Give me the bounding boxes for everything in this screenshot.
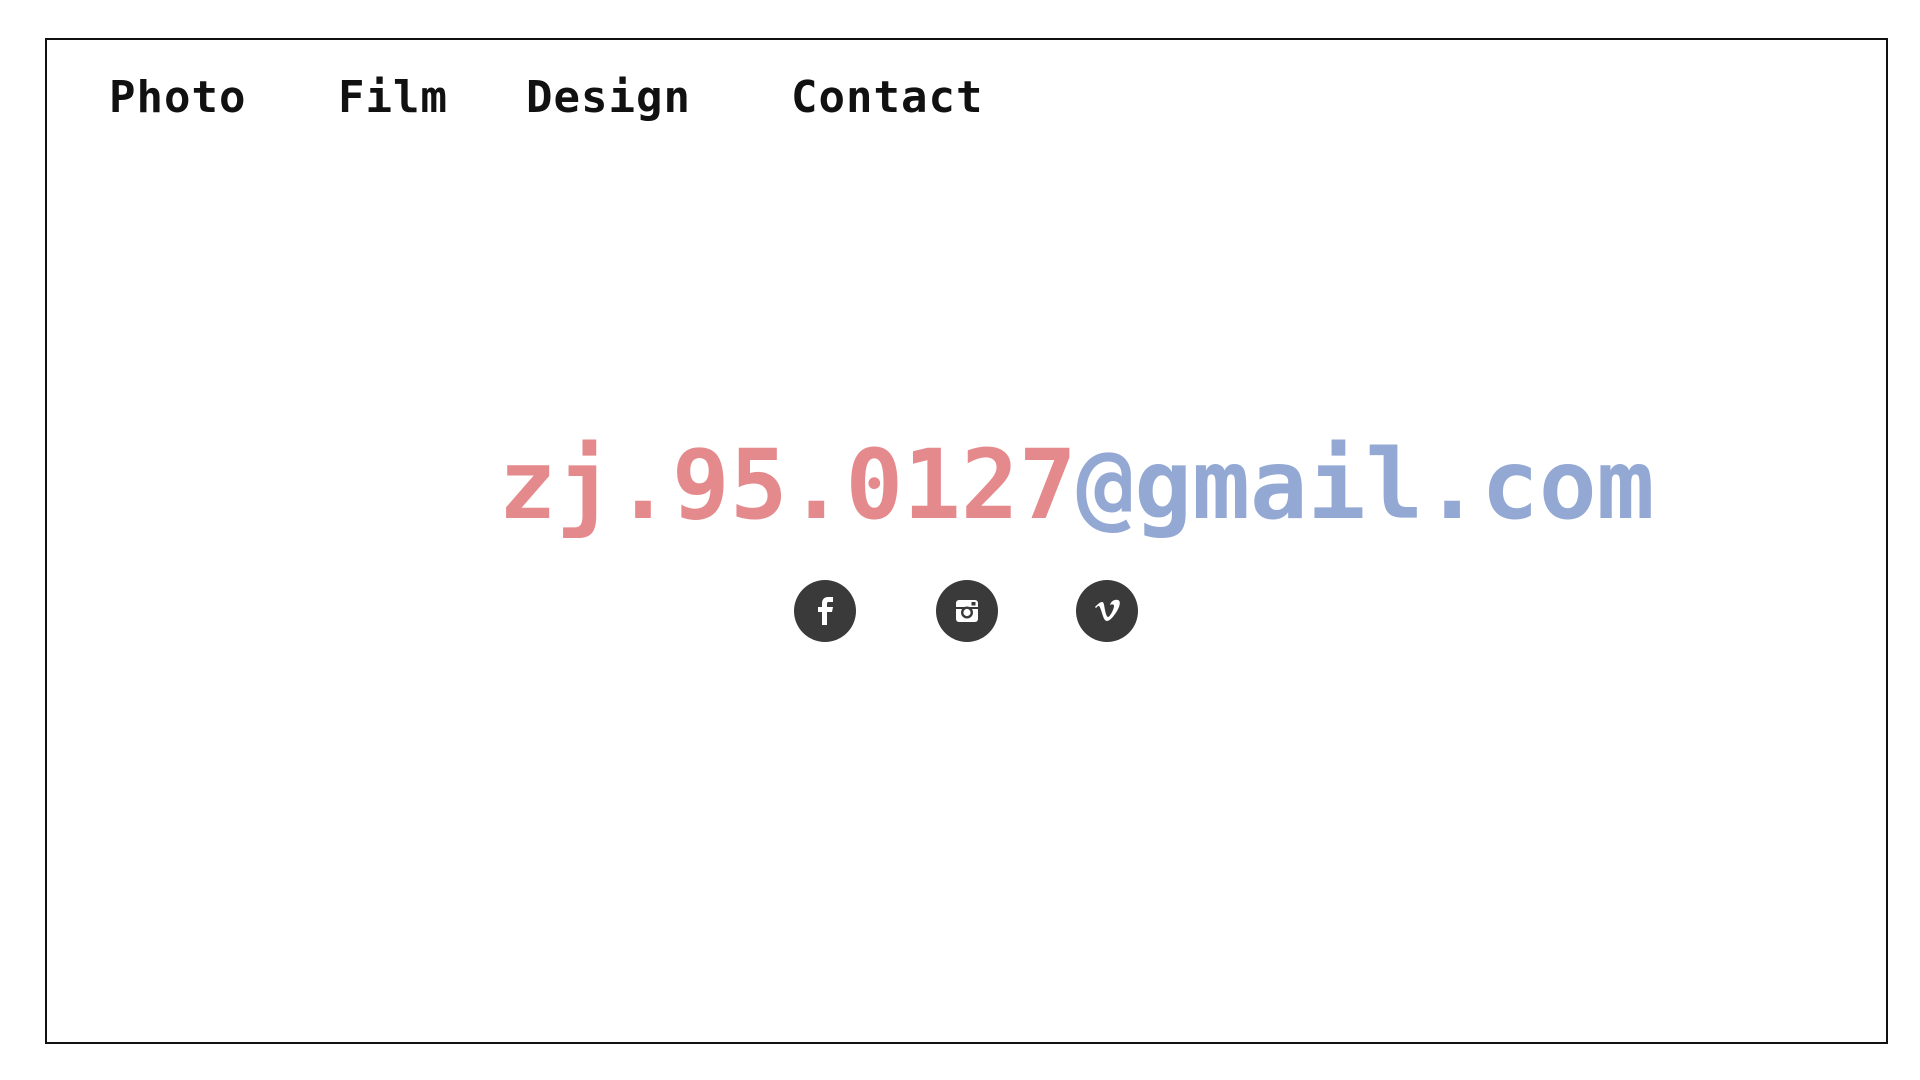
email-link[interactable]: zj.95.0127@gmail.com [47,430,1886,540]
nav-link-film[interactable]: Film [338,68,448,128]
instagram-button[interactable] [936,580,998,642]
facebook-icon [814,596,836,626]
email-local-part: zj.95.0127 [498,429,1077,541]
email-domain-part: @gmail.com [1076,429,1655,541]
facebook-button[interactable] [794,580,856,642]
instagram-icon [954,598,980,624]
vimeo-button[interactable] [1076,580,1138,642]
social-links [47,580,1886,650]
nav-link-design[interactable]: Design [526,68,691,128]
nav-link-contact[interactable]: Contact [791,68,983,128]
nav-link-photo[interactable]: Photo [109,68,246,128]
vimeo-icon [1093,599,1121,623]
page-frame: Photo Film Design Contact zj.95.0127@gma… [45,38,1888,1044]
